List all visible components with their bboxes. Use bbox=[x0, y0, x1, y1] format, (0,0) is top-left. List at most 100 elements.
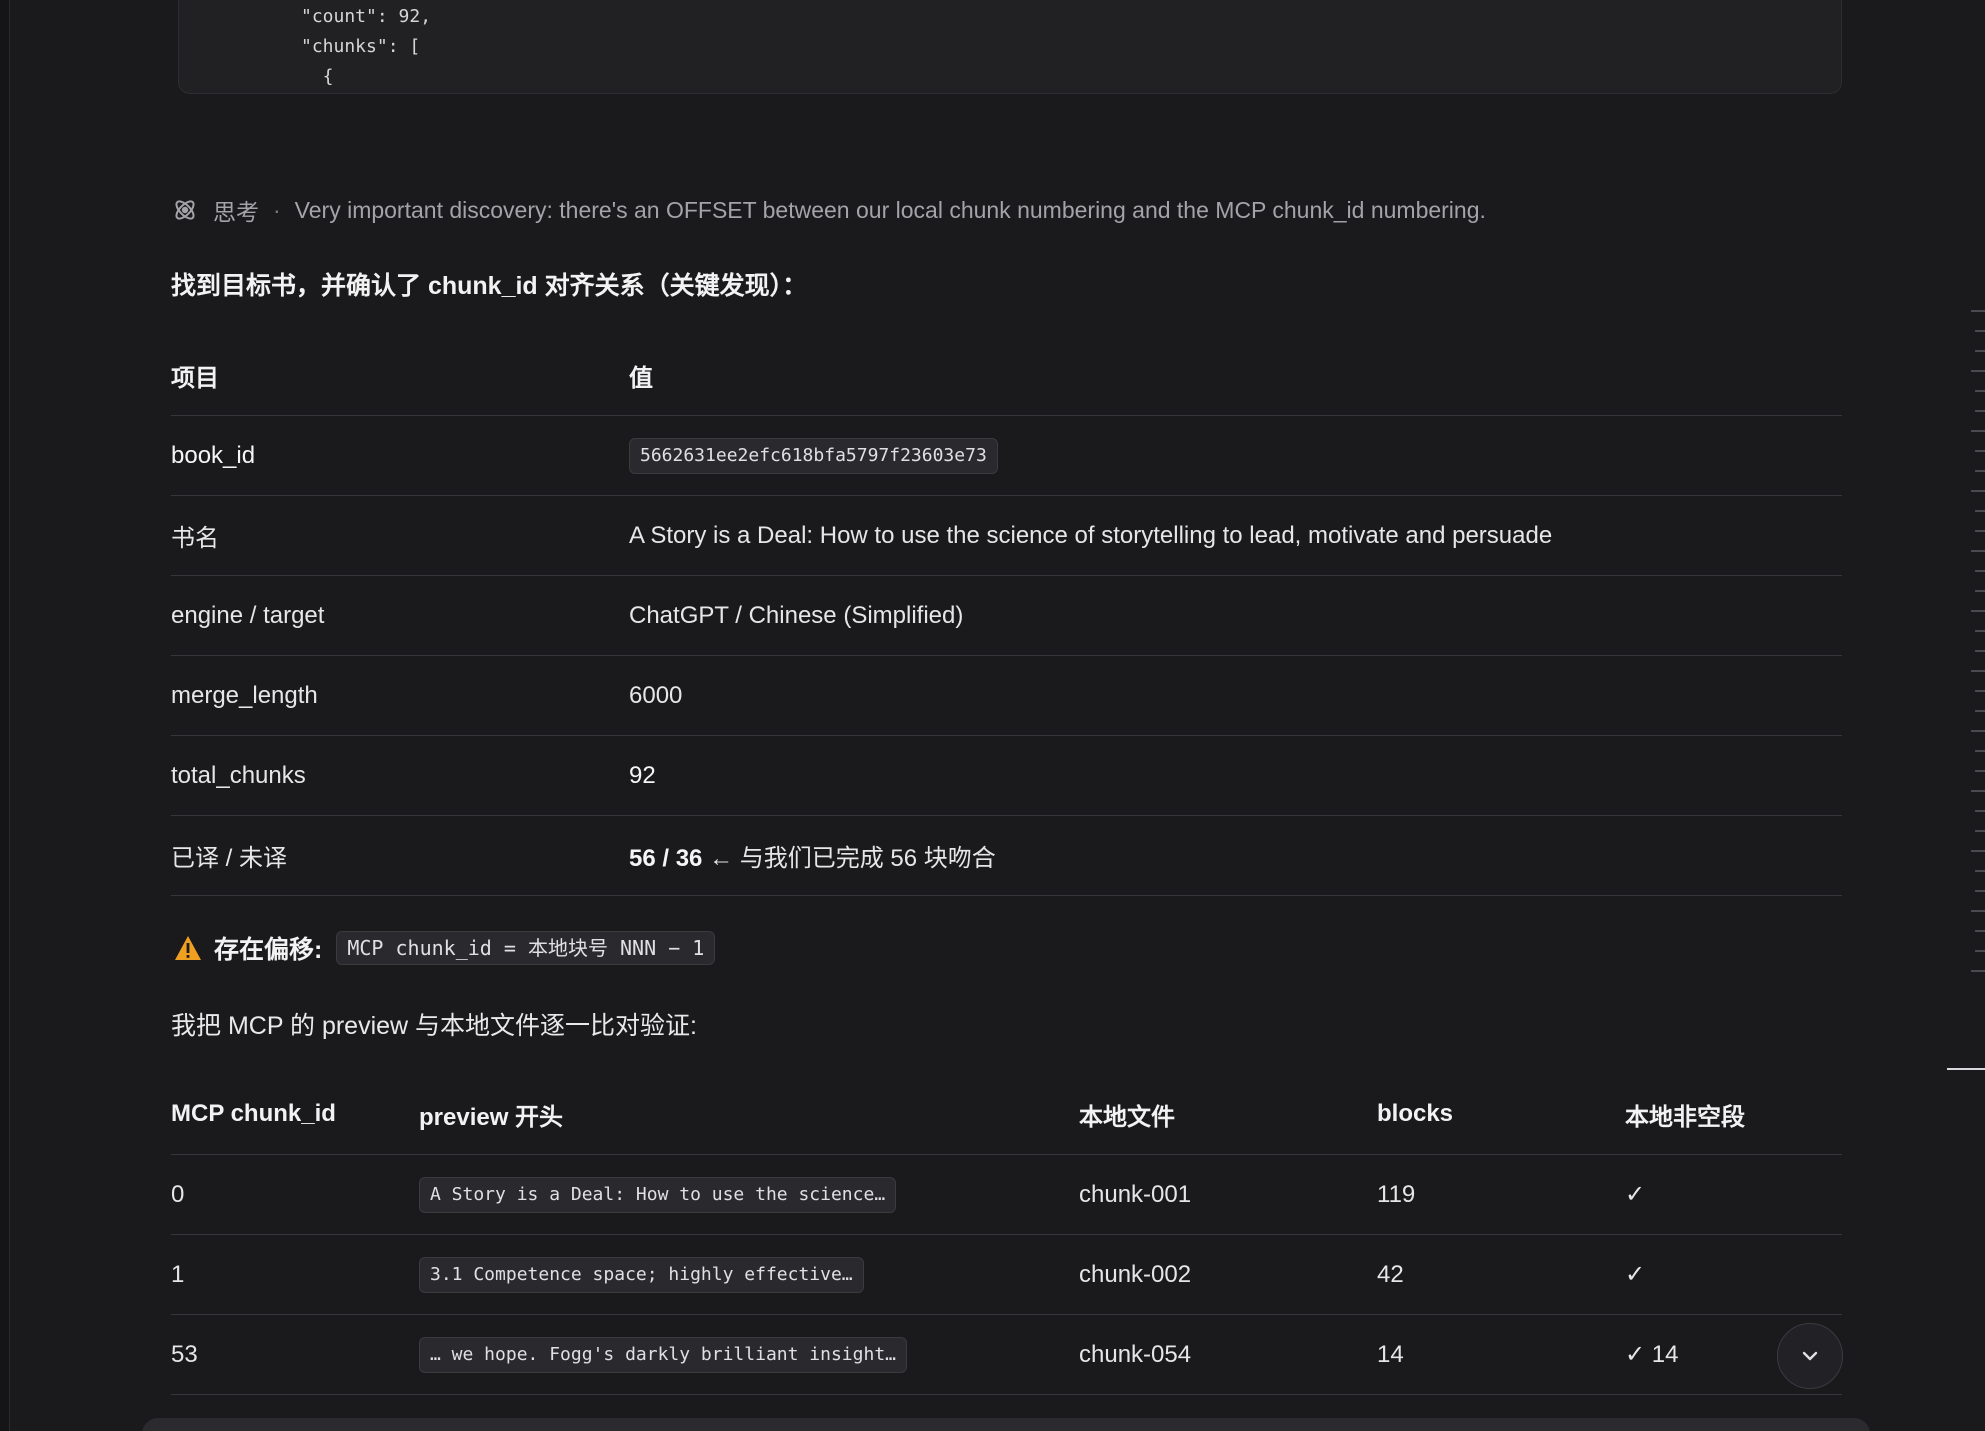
nonempty-check: ✓ bbox=[1625, 1154, 1842, 1235]
offset-warning: 存在偏移: MCP chunk_id = 本地块号 NNN − 1 bbox=[174, 930, 716, 966]
thought-label: 思考 bbox=[213, 199, 259, 225]
code-line: "count": 92, bbox=[301, 6, 432, 27]
chunk-id: 0 bbox=[171, 1154, 419, 1235]
minimap-tick bbox=[1971, 970, 1985, 972]
nonempty-check: ✓ bbox=[1625, 1234, 1842, 1315]
code-block: "count": 92, "chunks": [ { bbox=[178, 0, 1842, 94]
table-header-row: MCP chunk_id preview 开头 本地文件 blocks 本地非空… bbox=[171, 1074, 1842, 1155]
blocks-count: 42 bbox=[1377, 1234, 1625, 1315]
section-heading: 找到目标书，并确认了 chunk_id 对齐关系（关键发现）： bbox=[171, 272, 808, 300]
row-value: ChatGPT / Chinese (Simplified) bbox=[629, 575, 1842, 656]
minimap-current-position bbox=[1947, 1068, 1985, 1070]
minimap-tick bbox=[1971, 670, 1985, 672]
column-header: blocks bbox=[1377, 1074, 1625, 1155]
minimap-tick bbox=[1975, 770, 1985, 772]
local-file: chunk-002 bbox=[1079, 1234, 1377, 1315]
minimap-tick bbox=[1971, 730, 1985, 732]
row-key: 书名 bbox=[171, 495, 629, 576]
local-file: chunk-001 bbox=[1079, 1154, 1377, 1235]
chunk-id: 53 bbox=[171, 1314, 419, 1395]
blocks-count: 119 bbox=[1377, 1154, 1625, 1235]
column-header: 本地文件 bbox=[1079, 1074, 1377, 1155]
row-key: book_id bbox=[171, 415, 629, 496]
minimap-tick bbox=[1975, 890, 1985, 892]
table-row: book_id 5662631ee2efc618bfa5797f23603e73 bbox=[171, 415, 1842, 496]
minimap-tick bbox=[1975, 330, 1985, 332]
translated-note: ← 与我们已完成 56 块吻合 bbox=[702, 845, 996, 872]
book-info-table: 项目 值 book_id 5662631ee2efc618bfa5797f236… bbox=[171, 335, 1842, 896]
row-key: merge_length bbox=[171, 655, 629, 736]
chat-view: "count": 92, "chunks": [ { 思考 · Very imp… bbox=[0, 0, 1985, 1431]
left-sidebar-edge bbox=[0, 0, 10, 1431]
column-header: 项目 bbox=[171, 335, 629, 416]
minimap-tick bbox=[1975, 710, 1985, 712]
chevron-down-icon bbox=[1802, 1351, 1818, 1361]
preview-cell: A Story is a Deal: How to use the scienc… bbox=[419, 1154, 1079, 1235]
column-header: 值 bbox=[629, 335, 1842, 416]
row-value: 5662631ee2efc618bfa5797f23603e73 bbox=[629, 415, 1842, 496]
minimap-tick bbox=[1975, 930, 1985, 932]
minimap-tick bbox=[1971, 310, 1985, 312]
blocks-count: 14 bbox=[1377, 1314, 1625, 1395]
translated-count: 56 / 36 bbox=[629, 845, 703, 872]
preview-code: A Story is a Deal: How to use the scienc… bbox=[419, 1176, 897, 1213]
table-row: 1 3.1 Competence space; highly effective… bbox=[171, 1234, 1842, 1315]
minimap-tick bbox=[1975, 870, 1985, 872]
preview-code: 3.1 Competence space; highly effective… bbox=[419, 1256, 864, 1293]
table-row: 53 … we hope. Fogg's darkly brilliant in… bbox=[171, 1314, 1842, 1395]
verify-text: 我把 MCP 的 preview 与本地文件逐一比对验证: bbox=[171, 1012, 697, 1040]
minimap-tick bbox=[1975, 350, 1985, 352]
table-row: 书名 A Story is a Deal: How to use the sci… bbox=[171, 495, 1842, 576]
column-header: preview 开头 bbox=[419, 1074, 1079, 1155]
minimap-tick bbox=[1975, 570, 1985, 572]
preview-cell: … we hope. Fogg's darkly brilliant insig… bbox=[419, 1314, 1079, 1395]
code-line: "chunks": [ bbox=[301, 36, 421, 57]
minimap-tick bbox=[1975, 510, 1985, 512]
preview-code: … we hope. Fogg's darkly brilliant insig… bbox=[419, 1336, 907, 1373]
chunk-id: 1 bbox=[171, 1234, 419, 1315]
thought-separator: · bbox=[273, 196, 281, 223]
row-key: 已译 / 未译 bbox=[171, 815, 629, 896]
column-header: 本地非空段 bbox=[1625, 1074, 1842, 1155]
minimap-tick bbox=[1971, 370, 1985, 372]
preview-cell: 3.1 Competence space; highly effective… bbox=[419, 1234, 1079, 1315]
composer-edge bbox=[142, 1418, 1870, 1431]
minimap-tick bbox=[1975, 650, 1985, 652]
table-row: 已译 / 未译 56 / 36 ← 与我们已完成 56 块吻合 bbox=[171, 815, 1842, 896]
row-value: A Story is a Deal: How to use the scienc… bbox=[629, 495, 1842, 576]
table-header-row: 项目 值 bbox=[171, 335, 1842, 416]
column-header: MCP chunk_id bbox=[171, 1074, 419, 1155]
offset-formula-code: MCP chunk_id = 本地块号 NNN − 1 bbox=[336, 931, 716, 965]
table-row: 0 A Story is a Deal: How to use the scie… bbox=[171, 1154, 1842, 1235]
warning-label: 存在偏移: bbox=[214, 936, 323, 964]
book-id-code: 5662631ee2efc618bfa5797f23603e73 bbox=[629, 437, 998, 474]
minimap-tick bbox=[1975, 530, 1985, 532]
brain-icon bbox=[175, 200, 195, 220]
conversation-minimap[interactable] bbox=[1942, 310, 1985, 1090]
minimap-tick bbox=[1975, 630, 1985, 632]
scroll-to-bottom-button[interactable] bbox=[1777, 1323, 1843, 1389]
chunk-verify-table: MCP chunk_id preview 开头 本地文件 blocks 本地非空… bbox=[171, 1074, 1842, 1395]
table-row: total_chunks 92 bbox=[171, 735, 1842, 816]
row-value: 92 bbox=[629, 735, 1842, 816]
minimap-tick bbox=[1975, 470, 1985, 472]
minimap-tick bbox=[1975, 410, 1985, 412]
minimap-tick bbox=[1975, 950, 1985, 952]
local-file: chunk-054 bbox=[1079, 1314, 1377, 1395]
minimap-tick bbox=[1971, 850, 1985, 852]
minimap-tick bbox=[1971, 910, 1985, 912]
thought-summary[interactable]: 思考 · Very important discovery: there's a… bbox=[171, 193, 1486, 227]
minimap-tick bbox=[1971, 490, 1985, 492]
minimap-tick bbox=[1971, 550, 1985, 552]
minimap-tick bbox=[1975, 450, 1985, 452]
table-row: merge_length 6000 bbox=[171, 655, 1842, 736]
table-row: engine / target ChatGPT / Chinese (Simpl… bbox=[171, 575, 1842, 656]
minimap-tick bbox=[1975, 810, 1985, 812]
minimap-tick bbox=[1975, 690, 1985, 692]
row-value: 6000 bbox=[629, 655, 1842, 736]
code-line: { bbox=[301, 66, 334, 87]
thought-text: Very important discovery: there's an OFF… bbox=[294, 196, 1486, 223]
minimap-tick bbox=[1971, 610, 1985, 612]
minimap-tick bbox=[1975, 390, 1985, 392]
minimap-tick bbox=[1975, 590, 1985, 592]
